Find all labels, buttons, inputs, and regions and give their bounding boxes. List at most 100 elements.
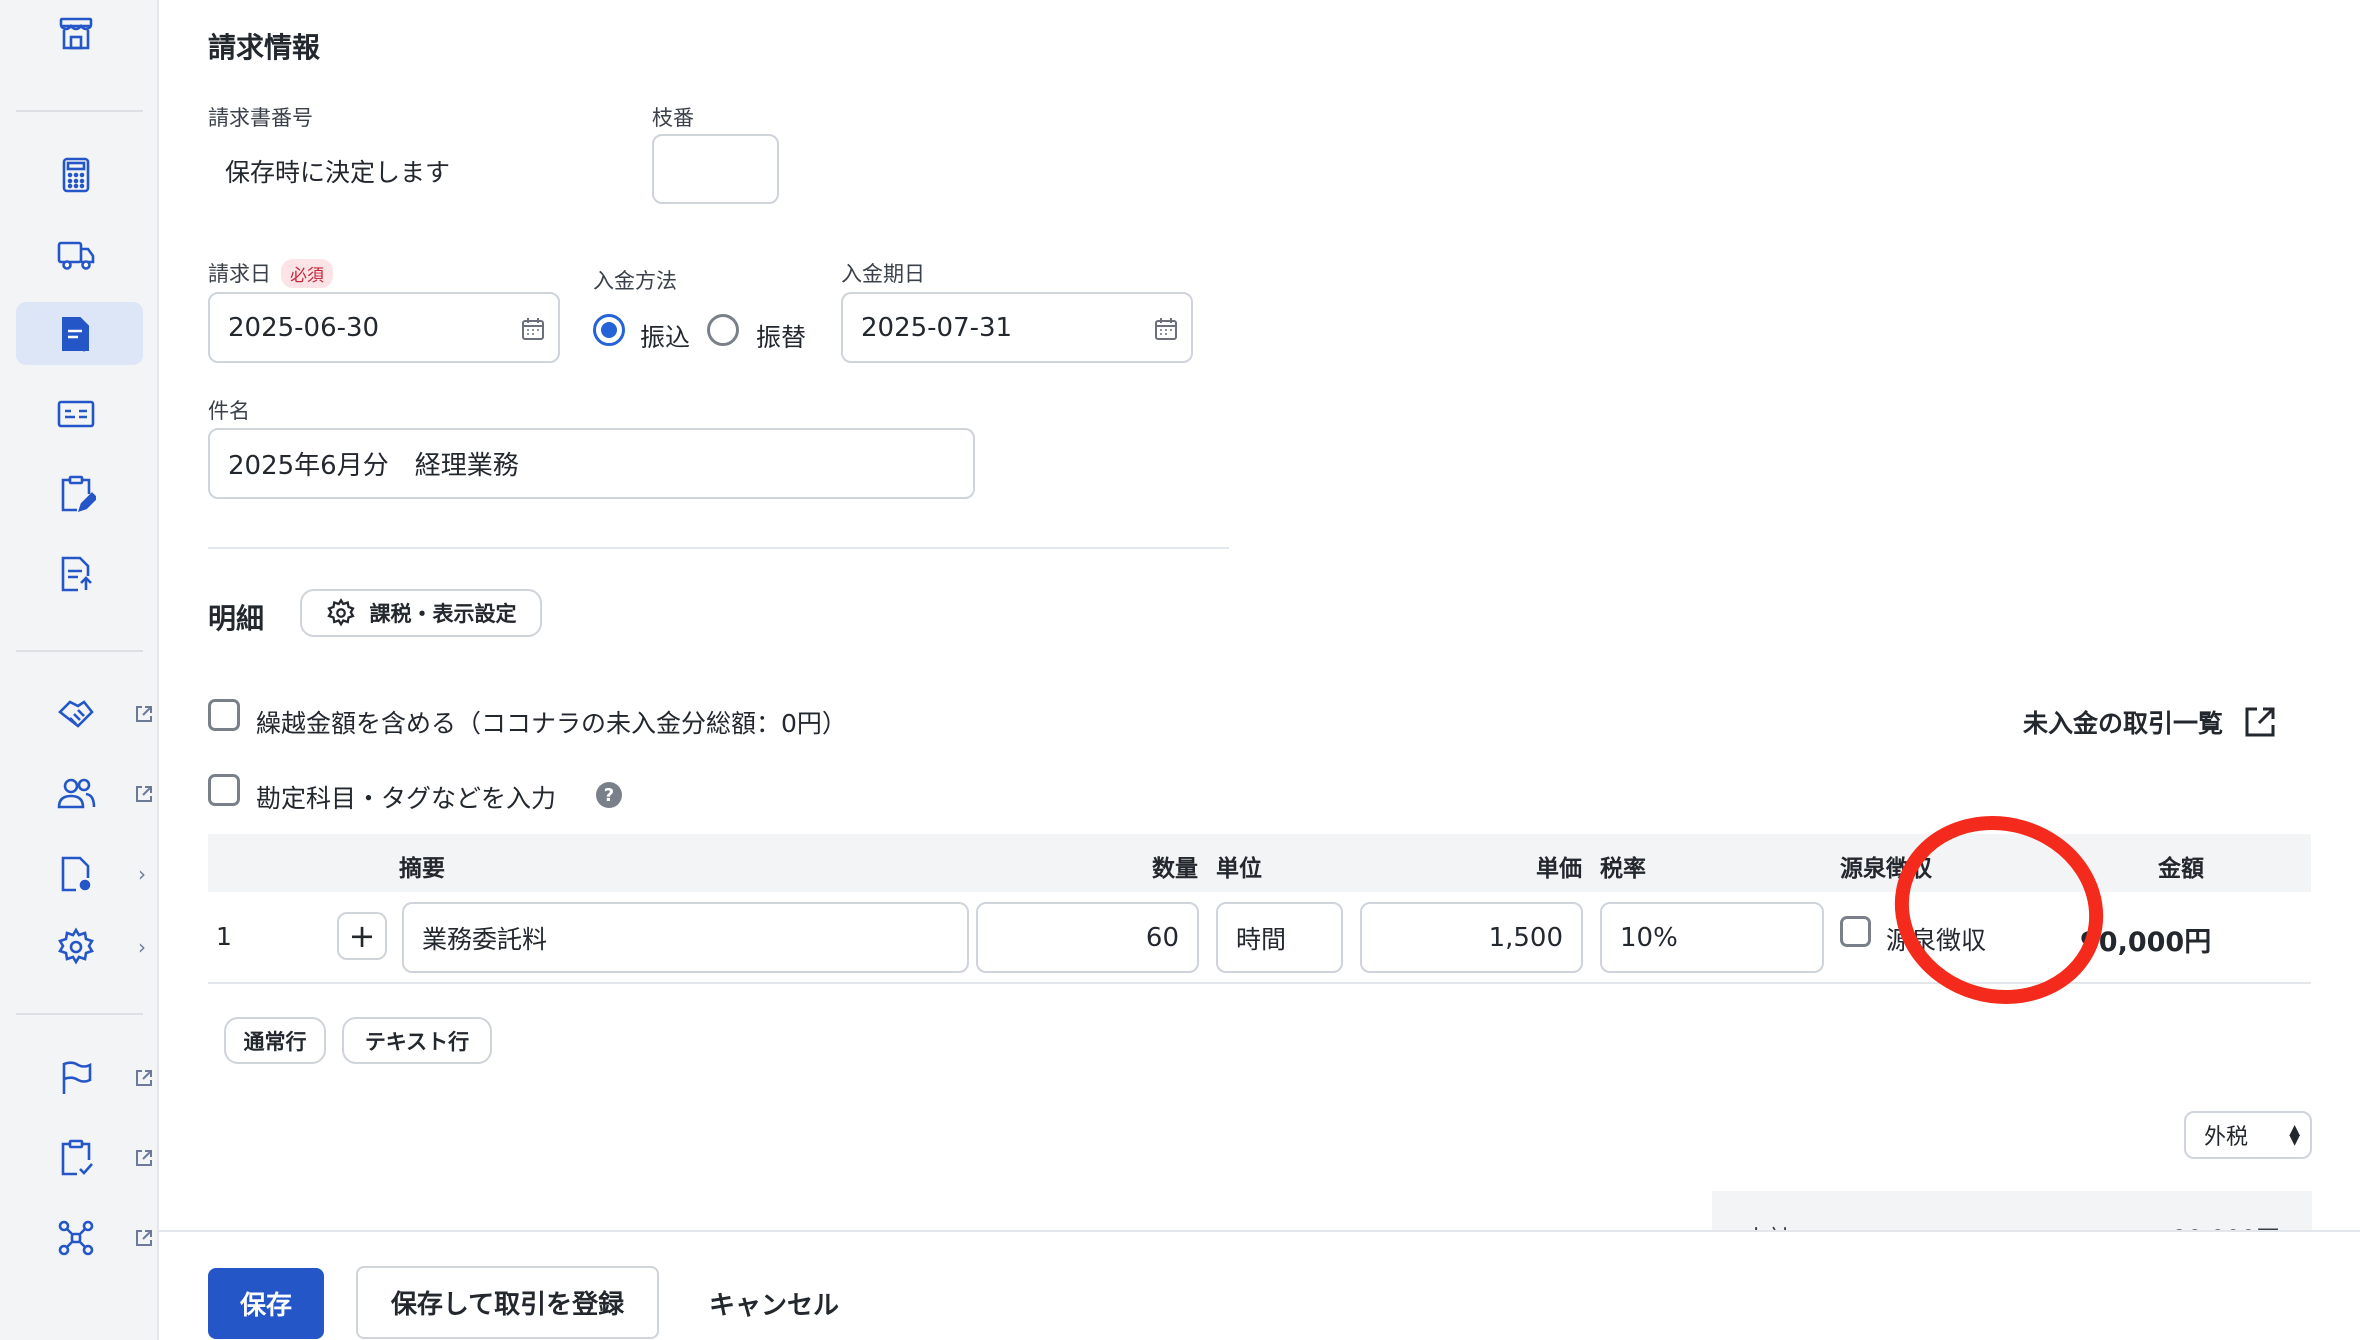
calculator-icon: [62, 157, 90, 192]
account-tags-label[interactable]: 勘定科目・タグなどを入力: [256, 779, 556, 815]
handshake-icon: [58, 699, 94, 728]
sidebar-item-shop[interactable]: [16, 2, 143, 65]
payment-debit-label[interactable]: 振替: [756, 318, 806, 354]
billing-section-title: 請求情報: [208, 31, 321, 64]
external-link-icon: [136, 1149, 152, 1166]
column-unit-price: 単価: [1536, 856, 1582, 882]
unit-price-input[interactable]: 1,500: [1360, 902, 1583, 973]
external-link-icon: [136, 1229, 152, 1246]
sidebar-item-delivery[interactable]: [16, 222, 143, 285]
table-row: 1 + 業務委託料 60 時間 1,500 10% 源泉徴収 90,000円: [208, 892, 2311, 982]
unpaid-transactions-label: 未入金の取引一覧: [2023, 709, 2224, 738]
document-upload-icon: [61, 556, 92, 591]
clipboard-edit-icon: [61, 475, 96, 512]
external-link-icon: [136, 1069, 152, 1086]
invoice-date-label-row: 請求日 必須: [208, 258, 333, 288]
sidebar-item-settings[interactable]: ›: [16, 915, 146, 978]
add-text-row-button[interactable]: テキスト行: [342, 1017, 492, 1064]
sidebar-item-card[interactable]: [16, 382, 143, 445]
sidebar-item-handshake[interactable]: [16, 682, 152, 745]
tax-rate-input[interactable]: 10%: [1600, 902, 1824, 973]
subtotal-label: 小計: [1744, 1219, 1792, 1230]
add-normal-row-button[interactable]: 通常行: [224, 1017, 326, 1064]
row-divider: [208, 982, 2311, 984]
invoice-date-label: 請求日: [208, 262, 271, 286]
subtotal-value: 90,000円: [2172, 1219, 2280, 1230]
sidebar-item-flag[interactable]: [16, 1046, 152, 1109]
users-icon: [57, 778, 96, 808]
add-row-button[interactable]: +: [337, 912, 387, 960]
row-amount: 90,000円: [2080, 927, 2212, 958]
sidebar-divider: [16, 650, 143, 652]
sidebar-item-file-settings[interactable]: ›: [16, 842, 146, 905]
external-link-icon: [2245, 707, 2275, 737]
invoice-icon: [62, 316, 89, 352]
main-content: 請求情報 請求書番号 保存時に決定します 枝番 請求日 必須 2025-06-3…: [159, 0, 2360, 1230]
payment-transfer-radio[interactable]: [593, 314, 625, 346]
due-date-label: 入金期日: [841, 262, 925, 286]
subject-label: 件名: [208, 399, 250, 423]
cancel-button[interactable]: キャンセル: [691, 1268, 857, 1339]
external-link-icon: [136, 785, 152, 802]
column-amount: 金額: [2158, 856, 2204, 882]
account-tags-checkbox[interactable]: [208, 774, 240, 806]
withholding-label[interactable]: 源泉徴収: [1886, 921, 1986, 957]
summary-input[interactable]: 業務委託料: [402, 902, 969, 973]
invoice-number-label: 請求書番号: [208, 106, 313, 130]
sidebar-item-invoice[interactable]: [16, 302, 143, 365]
sidebar: › ›: [0, 0, 159, 1340]
calendar-icon[interactable]: [1153, 316, 1179, 342]
chevron-right-icon: ›: [138, 934, 146, 959]
row-number: 1: [216, 922, 232, 951]
payment-method-label: 入金方法: [593, 269, 677, 293]
tax-mode-select[interactable]: 外税 ▲ ▼: [2184, 1111, 2312, 1159]
clipboard-check-icon: [61, 1139, 93, 1175]
sidebar-item-users[interactable]: [16, 762, 152, 825]
file-settings-icon: [61, 856, 91, 891]
sidebar-item-clipboard-edit[interactable]: [16, 462, 143, 525]
column-unit: 単位: [1216, 856, 1262, 882]
sidebar-item-document-upload[interactable]: [16, 542, 143, 605]
invoice-date-value: 2025-06-30: [228, 312, 380, 343]
select-arrows-icon: ▲ ▼: [2289, 1122, 2300, 1148]
sidebar-divider: [16, 1013, 143, 1015]
subject-input[interactable]: 2025年6月分 経理業務: [208, 428, 975, 499]
column-withholding: 源泉徴収: [1840, 856, 1932, 882]
network-icon: [58, 1220, 94, 1255]
help-icon[interactable]: ?: [596, 782, 622, 808]
payment-transfer-label[interactable]: 振込: [640, 318, 690, 354]
unit-input[interactable]: 時間: [1216, 902, 1343, 973]
sidebar-item-clipboard-check[interactable]: [16, 1126, 152, 1189]
due-date-input[interactable]: 2025-07-31: [841, 292, 1193, 363]
calendar-icon[interactable]: [520, 316, 546, 342]
tax-display-settings-button[interactable]: 課税・表示設定: [300, 589, 542, 637]
sidebar-item-network[interactable]: [16, 1206, 152, 1269]
save-and-register-button[interactable]: 保存して取引を登録: [356, 1266, 659, 1339]
withholding-checkbox[interactable]: [1840, 916, 1871, 947]
footer-action-bar: 保存 保存して取引を登録 キャンセル: [159, 1230, 2360, 1340]
column-summary: 摘要: [399, 856, 445, 882]
unpaid-transactions-link[interactable]: 未入金の取引一覧: [2023, 704, 2277, 740]
invoice-number-value: 保存時に決定します: [225, 158, 451, 187]
carry-over-label[interactable]: 繰越金額を含める（ココナラの未入金分総額：0円）: [256, 704, 847, 740]
save-button[interactable]: 保存: [208, 1268, 324, 1339]
details-section-title: 明細: [208, 602, 265, 635]
sidebar-item-calculator[interactable]: [16, 143, 143, 206]
sidebar-divider: [16, 110, 143, 112]
column-quantity: 数量: [1152, 856, 1198, 882]
branch-number-input[interactable]: [652, 134, 779, 204]
section-divider: [208, 547, 1229, 549]
due-date-value: 2025-07-31: [861, 312, 1013, 343]
quantity-input[interactable]: 60: [976, 902, 1199, 973]
subtotal-summary: 小計 90,000円: [1712, 1191, 2312, 1230]
carry-over-checkbox[interactable]: [208, 699, 240, 731]
truck-icon: [57, 241, 95, 270]
invoice-date-input[interactable]: 2025-06-30: [208, 292, 560, 363]
required-badge: 必須: [281, 258, 333, 288]
tax-display-settings-label: 課税・表示設定: [369, 602, 517, 626]
gear-icon: [326, 598, 355, 627]
flag-icon: [62, 1060, 92, 1094]
column-tax-rate: 税率: [1600, 856, 1646, 882]
gear-icon: [58, 926, 94, 965]
payment-debit-radio[interactable]: [707, 314, 739, 346]
